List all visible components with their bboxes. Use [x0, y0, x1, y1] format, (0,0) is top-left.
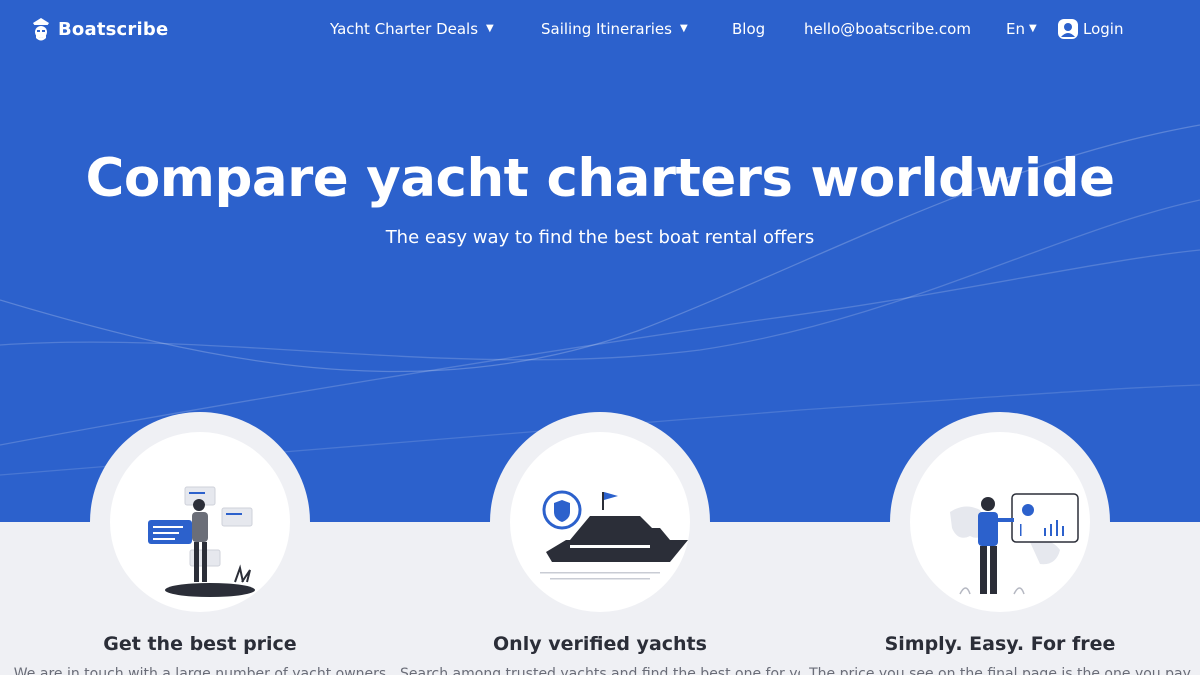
feature-easy-free-badge	[890, 412, 1110, 632]
feature-description: Search among trusted yachts and find the…	[400, 666, 800, 675]
top-navigation: Boatscribe Yacht Charter Deals ▼ Sailing…	[0, 0, 1200, 60]
nav-label: hello@boatscribe.com	[804, 20, 971, 38]
verified-yacht-illustration-icon	[540, 490, 688, 580]
feature-circle	[510, 432, 690, 612]
brand-logo[interactable]: Boatscribe	[30, 16, 168, 42]
feature-circle	[910, 432, 1090, 612]
hero-subtitle: The easy way to find the best boat renta…	[385, 227, 815, 248]
login-button[interactable]: Login	[1057, 18, 1123, 40]
feature-description: The price you see on the final page is t…	[809, 666, 1191, 675]
brand-name: Boatscribe	[58, 18, 169, 40]
feature-title: Simply. Easy. For free	[884, 633, 1116, 655]
nav-label: Yacht Charter Deals	[330, 20, 479, 38]
feature-circle	[110, 432, 290, 612]
caret-down-icon: ▼	[486, 23, 494, 34]
language-selector[interactable]: En ▼	[1006, 20, 1037, 38]
user-icon	[1058, 19, 1078, 39]
person-dashboard-illustration-icon	[950, 493, 1079, 595]
nav-yacht-charter-deals[interactable]: Yacht Charter Deals ▼	[330, 20, 494, 38]
login-label: Login	[1083, 20, 1124, 38]
hero-title: Compare yacht charters worldwide	[85, 148, 1115, 209]
feature-best-price-badge	[90, 412, 310, 632]
nav-label: Sailing Itineraries	[541, 20, 672, 38]
nav-label: Blog	[732, 20, 766, 38]
nav-sailing-itineraries[interactable]: Sailing Itineraries ▼	[541, 20, 688, 38]
feature-title: Get the best price	[103, 633, 297, 655]
feature-verified-yachts-badge	[490, 412, 710, 632]
person-offers-illustration-icon	[148, 486, 255, 597]
nav-blog[interactable]: Blog	[732, 20, 765, 38]
language-label: En	[1006, 20, 1025, 38]
caret-down-icon: ▼	[679, 23, 688, 34]
feature-description: We are in touch with a large number of y…	[13, 666, 387, 675]
captain-logo-icon	[33, 18, 49, 41]
caret-down-icon: ▼	[1028, 23, 1037, 34]
feature-title: Only verified yachts	[493, 633, 707, 655]
nav-email-link[interactable]: hello@boatscribe.com	[804, 20, 971, 38]
